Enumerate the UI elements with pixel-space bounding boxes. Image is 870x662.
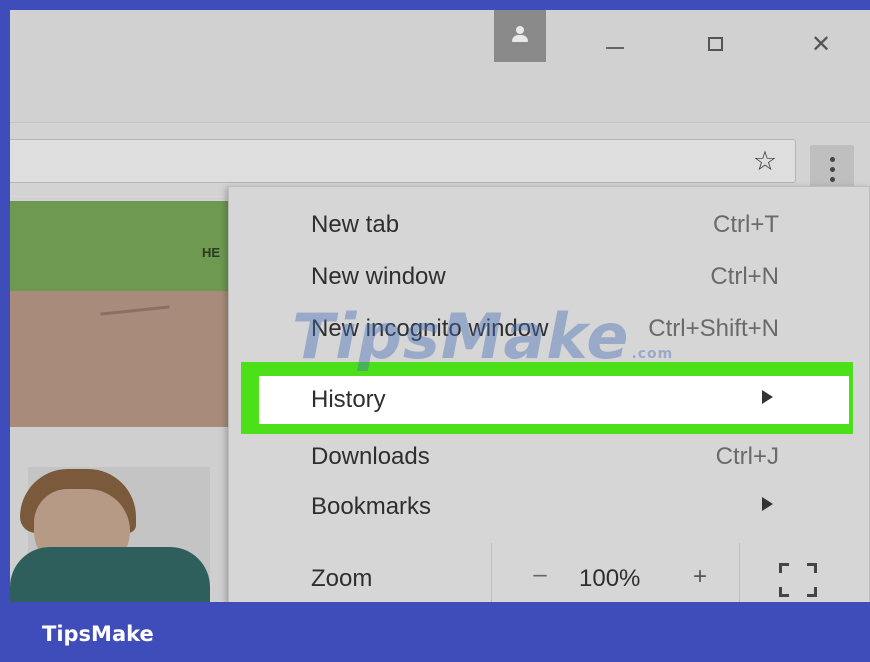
fullscreen-corner [807,587,817,597]
fullscreen-corner [807,563,817,573]
minimize-button[interactable] [590,24,640,64]
watermark-text: TipsMake [292,300,630,373]
menu-item-label: New window [311,263,446,290]
menu-item-shortcut: Ctrl+J [715,443,779,470]
maximize-button[interactable] [690,24,740,64]
banner-text: HE [202,245,221,260]
fullscreen-corner [779,587,789,597]
watermark: TipsMake .com [292,300,673,373]
watermark-suffix: .com [631,346,674,362]
bookmark-star-icon[interactable]: ☆ [747,144,783,180]
menu-dot [830,167,835,172]
fullscreen-corner [779,563,789,573]
profile-button[interactable] [494,10,546,62]
zoom-out-button[interactable]: – [525,561,555,589]
address-bar[interactable]: ☆ [10,139,796,183]
zoom-level: 100% [579,565,641,592]
illustration-stroke [100,305,170,316]
menu-item-new-window[interactable]: New window Ctrl+N [229,253,869,301]
page-illustration [10,291,240,427]
menu-dot [830,157,835,162]
minimize-icon [606,47,624,49]
menu-item-label: New tab [311,211,400,238]
footer-brand: TipsMake [42,622,154,646]
title-bar: ✕ [10,10,870,122]
menu-item-shortcut: Ctrl+N [710,263,779,290]
zoom-in-button[interactable]: + [685,563,715,591]
fullscreen-icon[interactable] [779,563,817,597]
page-illustration-person [10,427,240,602]
menu-dot [830,177,835,182]
maximize-icon [707,37,723,51]
browser-toolbar: ☆ [10,122,870,196]
footer-bar: TipsMake [0,602,870,662]
chrome-menu: New tab Ctrl+T New window Ctrl+N New inc… [228,186,870,602]
submenu-arrow-icon [762,390,773,404]
person-shirt [10,547,210,602]
person-icon-body [512,35,528,42]
submenu-arrow-icon [762,497,773,511]
menu-item-new-tab[interactable]: New tab Ctrl+T [229,201,869,249]
menu-item-label: History [311,386,386,413]
person-icon [516,26,524,34]
zoom-label: Zoom [311,565,373,592]
menu-item-label: Downloads [311,443,430,470]
zoom-divider [491,543,492,602]
browser-window: ✕ ☆ HE New tab Ctrl+T New window Ctrl+N … [10,10,870,602]
page-banner: HE [10,201,240,291]
menu-item-shortcut: Ctrl+T [713,211,779,238]
close-icon: ✕ [810,30,832,58]
close-button[interactable]: ✕ [796,24,846,64]
zoom-divider [739,543,740,602]
menu-item-label: Bookmarks [311,493,432,520]
menu-zoom-row: Zoom – 100% + [229,543,869,602]
menu-item-history[interactable]: History [229,376,869,424]
menu-item-bookmarks[interactable]: Bookmarks [229,483,869,531]
menu-item-downloads[interactable]: Downloads Ctrl+J [229,433,869,481]
